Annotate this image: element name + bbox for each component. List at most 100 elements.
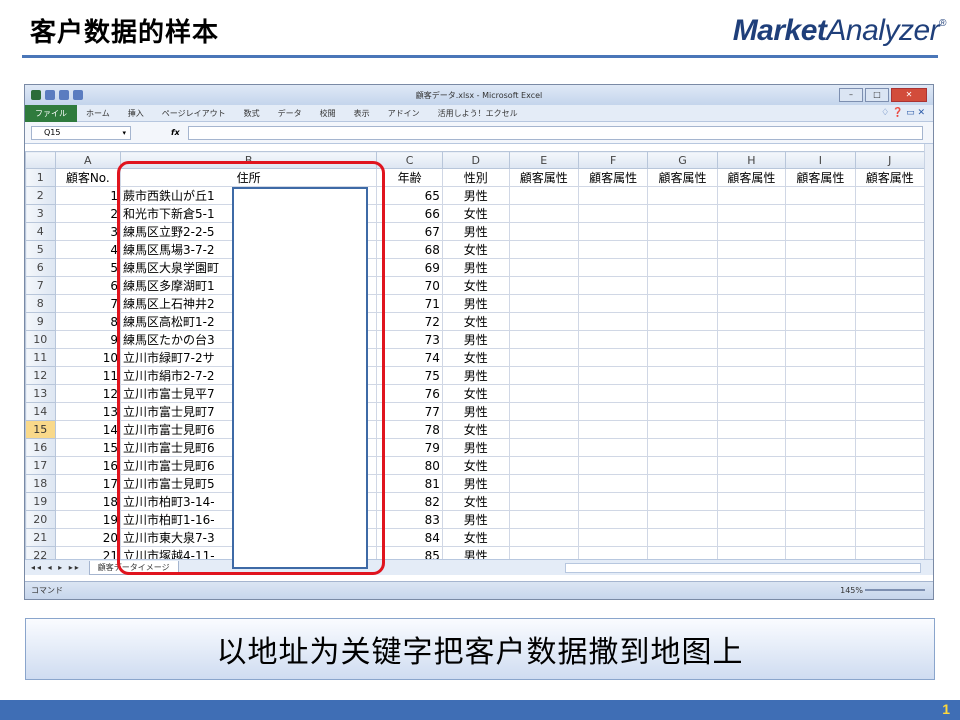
age-cell[interactable]: 71 [376, 294, 443, 314]
age-cell[interactable]: 67 [376, 222, 443, 242]
zoom-level[interactable]: 145% [840, 586, 863, 595]
header-cell[interactable]: 顧客属性 [508, 168, 579, 188]
attribute-cell[interactable] [508, 204, 579, 224]
attribute-cell[interactable] [577, 204, 649, 224]
customer-no-cell[interactable]: 16 [54, 456, 122, 476]
attribute-cell[interactable] [577, 384, 649, 404]
attribute-cell[interactable] [647, 186, 718, 206]
attribute-cell[interactable] [716, 258, 787, 278]
row-header[interactable]: 16 [25, 438, 56, 458]
attribute-cell[interactable] [577, 456, 649, 476]
row-header[interactable]: 9 [25, 312, 56, 332]
attribute-cell[interactable] [716, 528, 787, 548]
attribute-cell[interactable] [508, 312, 579, 332]
attribute-cell[interactable] [854, 276, 925, 296]
attribute-cell[interactable] [854, 402, 925, 422]
age-cell[interactable]: 76 [376, 384, 443, 404]
age-cell[interactable]: 73 [376, 330, 443, 350]
attribute-cell[interactable] [854, 546, 925, 559]
attribute-cell[interactable] [854, 348, 925, 368]
gender-cell[interactable]: 男性 [441, 186, 510, 206]
header-cell[interactable]: 顧客属性 [716, 168, 787, 188]
attribute-cell[interactable] [647, 276, 718, 296]
customer-no-cell[interactable]: 17 [54, 474, 122, 494]
column-header[interactable]: I [785, 151, 856, 170]
attribute-cell[interactable] [854, 294, 925, 314]
age-cell[interactable]: 65 [376, 186, 443, 206]
age-cell[interactable]: 83 [376, 510, 443, 530]
attribute-cell[interactable] [577, 492, 649, 512]
attribute-cell[interactable] [577, 420, 649, 440]
attribute-cell[interactable] [508, 222, 579, 242]
attribute-cell[interactable] [785, 546, 856, 559]
gender-cell[interactable]: 男性 [441, 222, 510, 242]
redo-icon[interactable] [73, 90, 83, 100]
attribute-cell[interactable] [854, 366, 925, 386]
attribute-cell[interactable] [647, 492, 718, 512]
fx-icon[interactable]: fx [171, 128, 180, 137]
tab-insert[interactable]: 挿入 [119, 108, 153, 119]
attribute-cell[interactable] [577, 366, 649, 386]
row-header[interactable]: 4 [25, 222, 56, 242]
attribute-cell[interactable] [854, 312, 925, 332]
attribute-cell[interactable] [785, 204, 856, 224]
attribute-cell[interactable] [508, 330, 579, 350]
gender-cell[interactable]: 女性 [441, 420, 510, 440]
row-header[interactable]: 1 [25, 168, 56, 188]
row-header[interactable]: 11 [25, 348, 56, 368]
attribute-cell[interactable] [577, 546, 649, 559]
attribute-cell[interactable] [785, 186, 856, 206]
attribute-cell[interactable] [577, 330, 649, 350]
gender-cell[interactable]: 女性 [441, 456, 510, 476]
attribute-cell[interactable] [854, 492, 925, 512]
tab-data[interactable]: データ [269, 108, 311, 119]
row-header[interactable]: 21 [25, 528, 56, 548]
age-cell[interactable]: 85 [376, 546, 443, 559]
row-header[interactable]: 22 [25, 546, 56, 559]
select-all-corner[interactable] [25, 151, 56, 170]
age-cell[interactable]: 82 [376, 492, 443, 512]
attribute-cell[interactable] [508, 528, 579, 548]
attribute-cell[interactable] [716, 330, 787, 350]
attribute-cell[interactable] [785, 492, 856, 512]
attribute-cell[interactable] [854, 384, 925, 404]
column-header[interactable]: C [376, 151, 443, 170]
customer-no-cell[interactable]: 4 [54, 240, 122, 260]
attribute-cell[interactable] [785, 474, 856, 494]
attribute-cell[interactable] [716, 402, 787, 422]
attribute-cell[interactable] [577, 276, 649, 296]
customer-no-cell[interactable]: 21 [54, 546, 122, 559]
gender-cell[interactable]: 女性 [441, 204, 510, 224]
age-cell[interactable]: 74 [376, 348, 443, 368]
gender-cell[interactable]: 男性 [441, 474, 510, 494]
row-header[interactable]: 17 [25, 456, 56, 476]
attribute-cell[interactable] [508, 456, 579, 476]
gender-cell[interactable]: 女性 [441, 528, 510, 548]
customer-no-cell[interactable]: 1 [54, 186, 122, 206]
row-header[interactable]: 19 [25, 492, 56, 512]
column-header[interactable]: J [854, 151, 925, 170]
row-header[interactable]: 6 [25, 258, 56, 278]
attribute-cell[interactable] [785, 222, 856, 242]
attribute-cell[interactable] [854, 330, 925, 350]
attribute-cell[interactable] [647, 312, 718, 332]
attribute-cell[interactable] [785, 258, 856, 278]
row-header[interactable]: 15 [25, 420, 56, 440]
attribute-cell[interactable] [785, 276, 856, 296]
attribute-cell[interactable] [854, 240, 925, 260]
customer-no-cell[interactable]: 5 [54, 258, 122, 278]
attribute-cell[interactable] [508, 240, 579, 260]
attribute-cell[interactable] [716, 492, 787, 512]
customer-no-cell[interactable]: 15 [54, 438, 122, 458]
gender-cell[interactable]: 女性 [441, 312, 510, 332]
customer-no-cell[interactable]: 19 [54, 510, 122, 530]
column-header[interactable]: F [577, 151, 649, 170]
attribute-cell[interactable] [716, 294, 787, 314]
customer-no-cell[interactable]: 11 [54, 366, 122, 386]
horizontal-scrollbar[interactable] [565, 563, 921, 573]
attribute-cell[interactable] [716, 510, 787, 530]
tab-excel-tips[interactable]: 活用しよう！エクセル [429, 108, 527, 119]
attribute-cell[interactable] [577, 294, 649, 314]
row-header[interactable]: 13 [25, 384, 56, 404]
attribute-cell[interactable] [785, 420, 856, 440]
